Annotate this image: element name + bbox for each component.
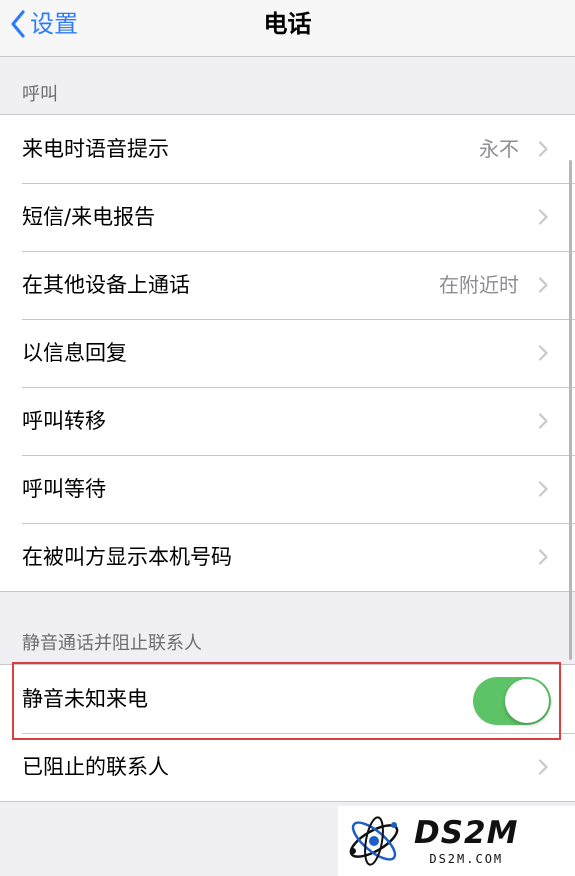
row-blocked-contacts[interactable]: 已阻止的联系人 — [0, 733, 575, 801]
row-sms-call-reporting[interactable]: 短信/来电报告 — [0, 183, 575, 251]
chevron-right-icon — [538, 277, 548, 293]
chevron-right-icon — [538, 549, 548, 565]
row-label: 在被叫方显示本机号码 — [22, 545, 232, 569]
row-respond-with-text[interactable]: 以信息回复 — [0, 319, 575, 387]
atom-logo-icon — [349, 816, 399, 866]
chevron-right-icon — [538, 481, 548, 497]
page-title: 电话 — [263, 10, 312, 38]
scroll-indicator — [569, 160, 572, 660]
watermark: DS2M DS2M.COM — [338, 806, 575, 876]
row-label: 已阻止的联系人 — [22, 755, 169, 779]
calls-settings-group: 来电时语音提示 永不 短信/来电报告 在其他设备上通话 在附近时 以信息回复 呼… — [0, 114, 575, 592]
row-show-caller-id[interactable]: 在被叫方显示本机号码 — [0, 523, 575, 591]
section-header-silence-block: 静音通话并阻止联系人 — [22, 633, 202, 654]
row-label: 静音未知来电 — [22, 687, 148, 711]
navigation-bar: 设置 电话 — [0, 0, 575, 57]
chevron-right-icon — [538, 413, 548, 429]
chevron-right-icon — [538, 759, 548, 775]
row-label: 呼叫等待 — [22, 477, 106, 501]
watermark-main-text: DS2M — [414, 814, 519, 851]
chevron-right-icon — [538, 141, 548, 157]
row-label: 在其他设备上通话 — [22, 273, 190, 297]
row-label: 来电时语音提示 — [22, 137, 169, 161]
silence-block-group: 静音未知来电 已阻止的联系人 — [0, 664, 575, 802]
watermark-sub-text: DS2M.COM — [429, 851, 504, 866]
row-label: 短信/来电报告 — [22, 205, 156, 229]
silence-unknown-callers-toggle[interactable] — [473, 677, 551, 725]
row-value: 永不 — [479, 137, 519, 161]
chevron-right-icon — [538, 209, 548, 225]
section-header-calls: 呼叫 — [22, 84, 58, 105]
row-value: 在附近时 — [439, 273, 519, 297]
row-label: 呼叫转移 — [22, 409, 106, 433]
row-silence-unknown-callers: 静音未知来电 — [0, 665, 575, 733]
row-calls-on-other-devices[interactable]: 在其他设备上通话 在附近时 — [0, 251, 575, 319]
toggle-knob — [505, 679, 549, 723]
chevron-right-icon — [538, 345, 548, 361]
row-call-waiting[interactable]: 呼叫等待 — [0, 455, 575, 523]
row-call-forwarding[interactable]: 呼叫转移 — [0, 387, 575, 455]
row-label: 以信息回复 — [22, 341, 127, 365]
row-announce-calls[interactable]: 来电时语音提示 永不 — [0, 115, 575, 183]
